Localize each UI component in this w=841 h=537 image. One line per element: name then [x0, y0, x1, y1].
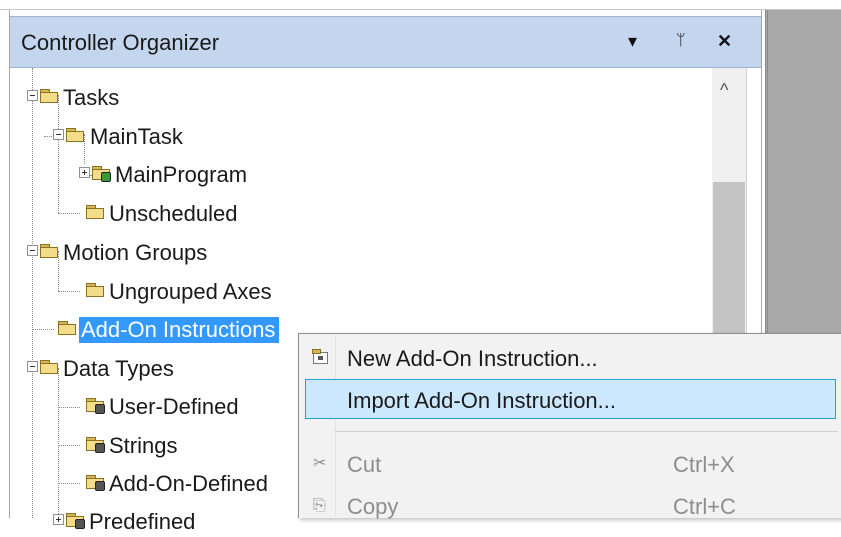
panel-dropdown-button[interactable]: ▾	[628, 30, 637, 52]
menu-item-new-add-on-instruction[interactable]: New Add-On Instruction...	[299, 338, 840, 378]
tree-item-label: Data Types	[63, 356, 174, 381]
datatype-folder-icon	[66, 513, 85, 529]
tree-line	[84, 134, 85, 164]
tree-line	[58, 291, 80, 292]
tree-item-label: Tasks	[63, 85, 120, 110]
menu-item-label: Copy	[347, 494, 399, 519]
tree-item-label: Ungrouped Axes	[109, 279, 272, 304]
menu-separator	[335, 431, 838, 432]
tree-line	[58, 407, 80, 408]
datatype-badge-icon	[95, 481, 105, 491]
datatype-folder-icon	[86, 475, 105, 491]
panel-pin-button[interactable]: ᛘ	[676, 30, 686, 52]
task-folder-icon	[66, 128, 84, 142]
tree-line	[58, 95, 59, 213]
menu-item-shortcut: Ctrl+C	[673, 494, 736, 519]
panel-title: Controller Organizer	[21, 30, 220, 55]
open-folder-icon	[40, 244, 58, 258]
panel-title-bar: Controller Organizer ▾ ᛘ ✕	[10, 16, 761, 68]
datatype-folder-icon	[86, 398, 105, 414]
tree-line	[32, 68, 33, 518]
tree-item-label: Add-On-Defined	[109, 471, 268, 496]
panel-close-button[interactable]: ✕	[717, 30, 732, 52]
menu-item-import-add-on-instruction[interactable]: Import Add-On Instruction...	[305, 379, 836, 419]
tree-line	[58, 251, 59, 291]
datatype-badge-icon	[75, 519, 85, 529]
tree-item-label: Add-On Instructions	[79, 317, 280, 343]
folder-icon	[58, 321, 76, 335]
folder-icon	[86, 205, 104, 219]
tree-line	[58, 213, 80, 214]
tree-item-label: Unscheduled	[109, 201, 238, 226]
collapse-icon[interactable]	[27, 361, 38, 372]
expand-icon[interactable]	[79, 167, 90, 178]
collapse-icon[interactable]	[53, 129, 64, 140]
context-menu: New Add-On Instruction... Import Add-On …	[298, 333, 841, 519]
copy-icon: ⎘	[313, 497, 326, 514]
tree-line	[58, 483, 80, 484]
program-badge-icon	[101, 172, 111, 182]
tree-line	[58, 368, 59, 518]
open-folder-icon	[40, 89, 58, 103]
datatype-badge-icon	[95, 404, 105, 414]
collapse-icon[interactable]	[27, 245, 38, 256]
menu-item-shortcut: Ctrl+X	[673, 452, 735, 477]
tree-item-label: User-Defined	[109, 394, 239, 419]
tree-item-label: MainTask	[90, 124, 183, 149]
tree-item-label: MainProgram	[115, 162, 248, 187]
tree-item-label: Predefined	[89, 509, 196, 534]
scissors-icon: ✂	[313, 455, 327, 472]
folder-icon	[86, 283, 104, 297]
tree-item-label: Motion Groups	[63, 240, 208, 265]
datatype-badge-icon	[95, 443, 105, 453]
new-add-on-instruction-icon	[312, 349, 328, 364]
menu-item-cut[interactable]: ✂ Cut Ctrl+X	[299, 444, 840, 484]
program-folder-icon	[92, 166, 111, 182]
expand-icon[interactable]	[53, 514, 64, 525]
datatype-folder-icon	[86, 437, 105, 453]
menu-item-label: New Add-On Instruction...	[347, 346, 598, 371]
menu-item-label: Cut	[347, 452, 382, 477]
menu-item-label: Import Add-On Instruction...	[347, 388, 617, 413]
scroll-up-arrow-icon[interactable]: ^	[720, 80, 728, 100]
collapse-icon[interactable]	[27, 90, 38, 101]
menu-item-copy[interactable]: ⎘ Copy Ctrl+C	[299, 486, 840, 526]
open-folder-icon	[40, 360, 58, 374]
tree-line	[58, 445, 80, 446]
tree-line	[32, 329, 54, 330]
tree-item-label: Strings	[109, 433, 178, 458]
